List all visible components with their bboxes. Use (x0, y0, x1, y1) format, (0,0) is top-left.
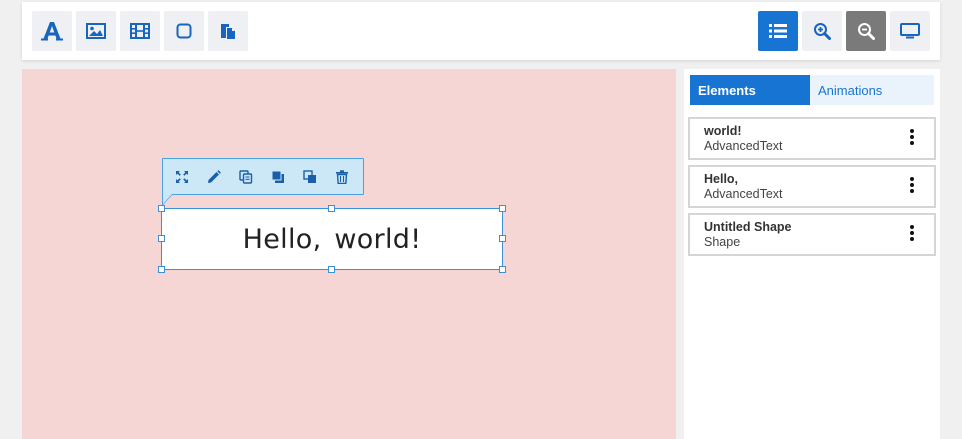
paste-tool-icon (221, 24, 235, 39)
element-list-item[interactable]: Untitled Shape Shape (688, 213, 936, 256)
edit-button[interactable] (206, 169, 222, 185)
tab-elements[interactable]: Elements (690, 75, 810, 105)
top-toolbar (22, 2, 940, 60)
element-type: AdvancedText (704, 139, 783, 153)
resize-handle-bottom-left[interactable] (158, 266, 165, 273)
elements-panel-button[interactable] (758, 11, 798, 51)
resize-handle-top[interactable] (328, 205, 335, 212)
delete-button[interactable] (334, 169, 350, 185)
more-options-icon[interactable] (910, 129, 914, 145)
shape-tool-icon (176, 23, 192, 39)
bring-forward-button[interactable] (270, 169, 286, 185)
send-backward-button[interactable] (302, 169, 318, 185)
expand-icon (176, 171, 188, 183)
element-title: Untitled Shape (704, 220, 792, 234)
resize-button[interactable] (174, 169, 190, 185)
element-type: AdvancedText (704, 187, 783, 201)
edit-icon (208, 170, 221, 183)
element-title: Hello, (704, 172, 739, 186)
resize-handle-left[interactable] (158, 235, 165, 242)
duplicate-icon (239, 170, 253, 184)
duplicate-button[interactable] (238, 169, 254, 185)
resize-handle-right[interactable] (499, 235, 506, 242)
paste-button[interactable] (208, 11, 248, 51)
elements-list-icon (769, 24, 787, 38)
send-backward-icon (303, 170, 316, 183)
preview-button[interactable] (890, 11, 930, 51)
zoom-out-button[interactable] (846, 11, 886, 51)
add-image-button[interactable] (76, 11, 116, 51)
delete-icon (336, 170, 348, 184)
zoom-in-icon (814, 23, 831, 40)
image-tool-icon (86, 23, 106, 39)
add-text-button[interactable] (32, 11, 72, 51)
bring-forward-icon (271, 170, 284, 183)
slide-canvas[interactable]: Hello, world! (22, 69, 676, 439)
zoom-out-icon (858, 23, 875, 40)
resize-handle-top-right[interactable] (499, 205, 506, 212)
element-action-toolbar (162, 158, 364, 206)
video-tool-icon (130, 23, 150, 39)
text-element-content[interactable]: Hello, world! (243, 224, 422, 255)
more-options-icon[interactable] (910, 177, 914, 193)
element-list-item[interactable]: Hello, AdvancedText (688, 165, 936, 208)
resize-handle-bottom-right[interactable] (499, 266, 506, 273)
resize-handle-bottom[interactable] (328, 266, 335, 273)
add-video-button[interactable] (120, 11, 160, 51)
elements-panel: Elements Animations world! AdvancedText … (684, 69, 940, 439)
element-list-item[interactable]: world! AdvancedText (688, 117, 936, 160)
zoom-in-button[interactable] (802, 11, 842, 51)
text-tool-icon (41, 22, 63, 41)
resize-handle-top-left[interactable] (158, 205, 165, 212)
tab-animations[interactable]: Animations (810, 75, 934, 105)
add-shape-button[interactable] (164, 11, 204, 51)
selected-text-element[interactable]: Hello, world! (158, 205, 506, 273)
preview-monitor-icon (900, 23, 920, 39)
element-title: world! (704, 124, 742, 138)
element-type: Shape (704, 235, 741, 249)
more-options-icon[interactable] (910, 225, 914, 241)
